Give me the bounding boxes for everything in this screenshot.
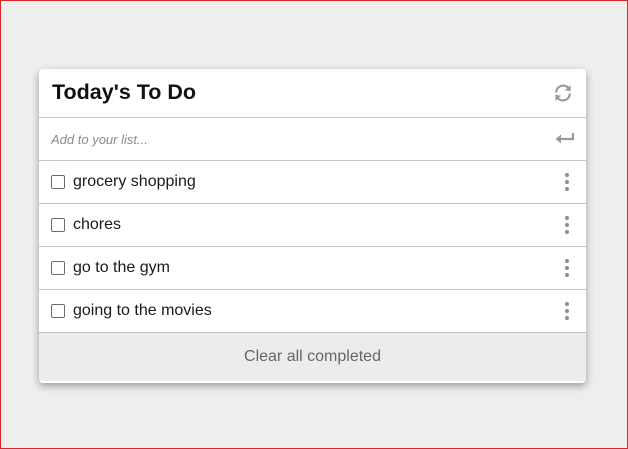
enter-return-icon bbox=[555, 133, 575, 144]
more-vertical-icon-dot bbox=[565, 302, 569, 306]
more-vertical-icon-dot bbox=[565, 180, 569, 184]
list-item: go to the gym bbox=[39, 247, 586, 290]
item-checkbox[interactable] bbox=[51, 175, 65, 189]
list-item: chores bbox=[39, 204, 586, 247]
item-label: go to the gym bbox=[73, 259, 170, 276]
item-menu-button[interactable] bbox=[562, 171, 572, 193]
more-vertical-icon-dot bbox=[565, 187, 569, 191]
add-item-submit-button[interactable] bbox=[554, 130, 576, 148]
item-menu-button[interactable] bbox=[562, 214, 572, 236]
list-item: going to the movies bbox=[39, 290, 586, 333]
clear-completed-button[interactable]: Clear all completed bbox=[39, 333, 586, 381]
list-item: grocery shopping bbox=[39, 161, 586, 204]
more-vertical-icon-dot bbox=[565, 309, 569, 313]
more-vertical-icon-dot bbox=[565, 216, 569, 220]
more-vertical-icon-dot bbox=[565, 273, 569, 277]
more-vertical-icon-dot bbox=[565, 173, 569, 177]
add-item-row bbox=[39, 118, 586, 161]
todo-header: Today's To Do bbox=[39, 69, 586, 118]
more-vertical-icon-dot bbox=[565, 266, 569, 270]
item-checkbox[interactable] bbox=[51, 304, 65, 318]
page-title: Today's To Do bbox=[52, 79, 197, 104]
item-label: grocery shopping bbox=[73, 173, 196, 190]
more-vertical-icon-dot bbox=[565, 230, 569, 234]
more-vertical-icon-dot bbox=[565, 259, 569, 263]
refresh-icon bbox=[555, 84, 571, 102]
refresh-button[interactable] bbox=[552, 82, 574, 104]
more-vertical-icon-dot bbox=[565, 223, 569, 227]
todo-list: grocery shopping chores go to the gym go… bbox=[39, 161, 586, 333]
item-label: chores bbox=[73, 216, 122, 233]
clear-completed-label: Clear all completed bbox=[244, 348, 381, 365]
more-vertical-icon-dot bbox=[565, 316, 569, 320]
item-label: going to the movies bbox=[73, 302, 212, 319]
item-checkbox[interactable] bbox=[51, 218, 65, 232]
item-menu-button[interactable] bbox=[562, 300, 572, 322]
item-menu-button[interactable] bbox=[562, 257, 572, 279]
add-item-input[interactable] bbox=[51, 131, 521, 147]
item-checkbox[interactable] bbox=[51, 261, 65, 275]
todo-card: Today's To Do grocery shopping bbox=[39, 69, 586, 383]
